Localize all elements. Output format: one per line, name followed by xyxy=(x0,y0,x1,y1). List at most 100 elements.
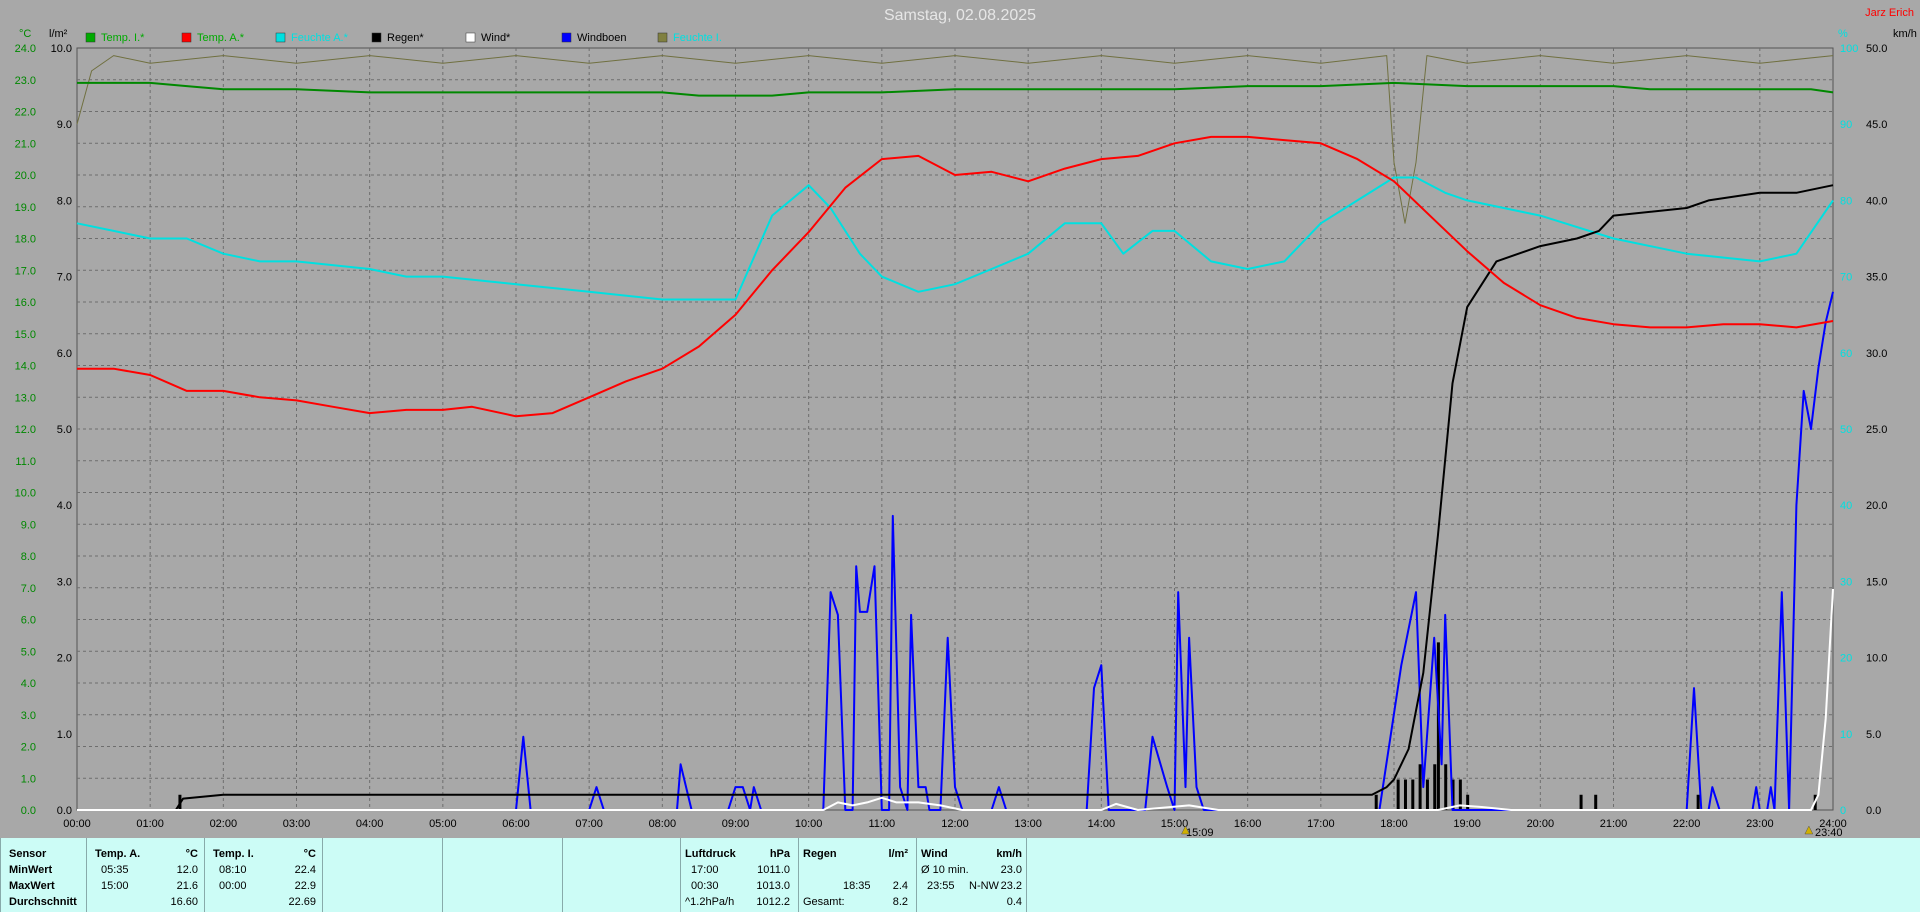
wind-unit-label: km/h xyxy=(1893,28,1917,40)
x-tick-label: 01:00 xyxy=(136,818,164,830)
temp-tick-label: 7.0 xyxy=(21,583,36,595)
temp-tick-label: 18.0 xyxy=(15,234,36,246)
temp-a-avg-value: 16.60 xyxy=(170,896,198,908)
time-markers: 15:09 23:40 xyxy=(1181,825,1843,838)
temp-tick-label: 20.0 xyxy=(15,170,36,182)
rain-max-value: 2.4 xyxy=(892,880,908,892)
legend-swatch xyxy=(85,32,96,43)
humidity-tick-label: 90 xyxy=(1840,119,1852,131)
pressure-max-time: 00:30 xyxy=(691,880,719,892)
wind-tick-label: 40.0 xyxy=(1866,195,1887,207)
rain-tick-label: 6.0 xyxy=(57,348,72,360)
legend-label: Temp. A.* xyxy=(197,32,245,44)
rain-total-label: Gesamt: xyxy=(803,896,845,908)
humidity-tick-label: 40 xyxy=(1840,500,1852,512)
x-tick-label: 14:00 xyxy=(1088,818,1116,830)
rain-bar xyxy=(1396,779,1400,810)
temp-tick-label: 1.0 xyxy=(21,773,36,785)
humidity-tick-label: 30 xyxy=(1840,576,1852,588)
legend-swatch xyxy=(465,32,476,43)
x-tick-label: 10:00 xyxy=(795,818,823,830)
marker-left-label: 15:09 xyxy=(1186,827,1214,838)
rain-bar xyxy=(1433,764,1437,810)
stats-panel: Sensor MinWert MaxWert Durchschnitt Temp… xyxy=(0,838,1920,912)
wind-tick-label: 0.0 xyxy=(1866,805,1881,817)
rain-tick-label: 8.0 xyxy=(57,195,72,207)
wind-tick-label: 5.0 xyxy=(1866,729,1881,741)
humidity-unit-label: % xyxy=(1838,28,1848,40)
humidity-tick-label: 60 xyxy=(1840,348,1852,360)
wind-tick-label: 15.0 xyxy=(1866,576,1887,588)
temp-tick-label: 19.0 xyxy=(15,202,36,214)
rain-unit: l/m² xyxy=(888,848,908,860)
marker-right-label: 23:40 xyxy=(1815,827,1843,838)
pressure-unit: hPa xyxy=(769,848,790,860)
pressure-header: Luftdruck xyxy=(685,848,736,860)
temp-tick-label: 23.0 xyxy=(15,75,36,87)
temp-tick-label: 12.0 xyxy=(15,424,36,436)
humidity-tick-label: 70 xyxy=(1840,272,1852,284)
x-tick-label: 19:00 xyxy=(1453,818,1481,830)
temp-tick-label: 2.0 xyxy=(21,742,36,754)
temp-i-header: Temp. I. xyxy=(213,848,254,860)
stats-empty-column-1 xyxy=(322,838,442,912)
temp-a-max-time: 15:00 xyxy=(101,880,129,892)
wind-tick-label: 25.0 xyxy=(1866,424,1887,436)
temp-tick-label: 16.0 xyxy=(15,297,36,309)
x-tick-label: 05:00 xyxy=(429,818,457,830)
rain-bar xyxy=(1411,779,1415,810)
stats-empty-column-2 xyxy=(442,838,562,912)
temp-i-max-time: 00:00 xyxy=(219,880,247,892)
temp-tick-label: 22.0 xyxy=(15,107,36,119)
author-label: Jarz Erich xyxy=(1865,7,1914,19)
rain-tick-label: 4.0 xyxy=(57,500,72,512)
x-tick-label: 13:00 xyxy=(1014,818,1042,830)
row-avg-label: Durchschnitt xyxy=(9,896,77,908)
rain-tick-label: 10.0 xyxy=(51,43,72,55)
temp-tick-label: 6.0 xyxy=(21,615,36,627)
wind-tick-label: 10.0 xyxy=(1866,653,1887,665)
wind-header: Wind xyxy=(921,848,948,860)
stats-wind-column: Wind km/h Ø 10 min. 23.0 23:55 N-NW 23.2… xyxy=(916,838,1026,912)
rain-tick-label: 5.0 xyxy=(57,424,72,436)
temp-tick-label: 10.0 xyxy=(15,488,36,500)
legend-swatch xyxy=(657,32,668,43)
x-tick-label: 20:00 xyxy=(1527,818,1555,830)
wind-tick-label: 35.0 xyxy=(1866,272,1887,284)
wind-avg-value: 23.0 xyxy=(1000,864,1022,876)
legend-swatch xyxy=(561,32,572,43)
temp-tick-label: 15.0 xyxy=(15,329,36,341)
humidity-tick-label: 100 xyxy=(1840,43,1858,55)
x-tick-label: 18:00 xyxy=(1380,818,1408,830)
temp-tick-label: 3.0 xyxy=(21,710,36,722)
stats-sensor-column: Sensor MinWert MaxWert Durchschnitt xyxy=(0,838,86,912)
humidity-tick-label: 10 xyxy=(1840,729,1852,741)
wind-tick-label: 30.0 xyxy=(1866,348,1887,360)
legend-label: Feuchte A.* xyxy=(291,32,349,44)
temp-a-min-value: 12.0 xyxy=(176,864,198,876)
humidity-tick-label: 80 xyxy=(1840,195,1852,207)
rain-tick-label: 3.0 xyxy=(57,576,72,588)
rain-bar xyxy=(1466,794,1470,810)
x-tick-label: 16:00 xyxy=(1234,818,1262,830)
rain-total-value: 8.2 xyxy=(892,896,908,908)
rain-bar xyxy=(1444,764,1448,810)
wind-max-time: 23:55 xyxy=(927,880,955,892)
temp-tick-label: 17.0 xyxy=(15,265,36,277)
x-tick-label: 04:00 xyxy=(356,818,384,830)
legend-swatch xyxy=(371,32,382,43)
row-max-label: MaxWert xyxy=(9,880,55,892)
rain-unit-label: l/m² xyxy=(49,28,68,40)
temp-tick-label: 0.0 xyxy=(21,805,36,817)
x-tick-label: 07:00 xyxy=(575,818,603,830)
rain-bar xyxy=(1425,779,1429,810)
rain-bar xyxy=(1594,794,1598,810)
rain-bar xyxy=(1579,794,1583,810)
temp-a-header: Temp. A. xyxy=(95,848,141,860)
pressure-trend-label: ^1.2hPa/h xyxy=(685,896,735,908)
temp-tick-label: 9.0 xyxy=(21,519,36,531)
temp-i-max-value: 22.9 xyxy=(294,880,316,892)
legend-label: Feuchte I. xyxy=(673,32,722,44)
rain-max-time: 18:35 xyxy=(843,880,871,892)
pressure-max-value: 1013.0 xyxy=(756,880,790,892)
